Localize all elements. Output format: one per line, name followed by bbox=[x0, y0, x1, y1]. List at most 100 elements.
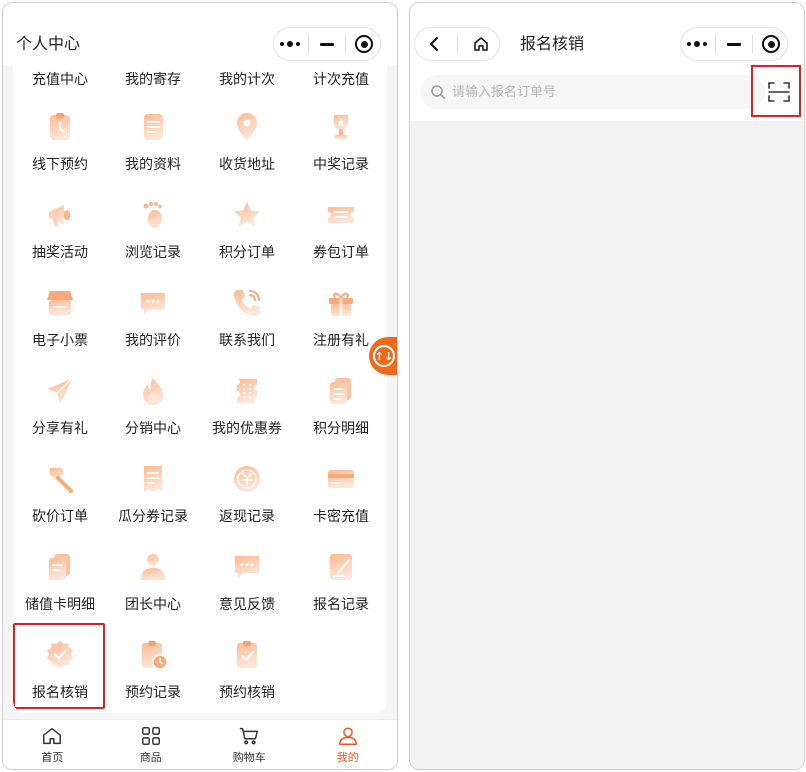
more-button[interactable] bbox=[683, 30, 711, 58]
trophy-icon bbox=[334, 115, 348, 139]
menu-item-label: 积分明细 bbox=[313, 421, 369, 437]
menu-item-label: 瓜分券记录 bbox=[118, 509, 188, 525]
star-icon bbox=[234, 202, 260, 227]
menu-item[interactable]: 意见反馈 bbox=[200, 551, 294, 639]
clipboard-check-icon bbox=[237, 641, 257, 668]
tab-home[interactable]: 首页 bbox=[3, 720, 102, 769]
home-icon bbox=[473, 37, 488, 51]
minimize-button[interactable] bbox=[720, 30, 748, 58]
back-home-capsule bbox=[414, 27, 500, 61]
capsule-divider bbox=[752, 35, 753, 53]
menu-item[interactable]: 中奖记录 bbox=[294, 111, 387, 199]
cards-icon bbox=[49, 554, 70, 580]
more-button[interactable] bbox=[276, 30, 304, 58]
navigation-bar: 报名核销 bbox=[410, 3, 804, 65]
search-icon bbox=[431, 85, 446, 100]
tab-label: 商品 bbox=[139, 750, 162, 764]
menu-item-label: 积分订单 bbox=[219, 245, 275, 261]
close-button[interactable] bbox=[350, 30, 378, 58]
menu-item[interactable]: 返现记录 bbox=[200, 463, 294, 551]
menu-item-label: 分销中心 bbox=[125, 421, 181, 437]
location-pin-icon bbox=[237, 113, 257, 141]
card-icon bbox=[328, 470, 354, 488]
more-dots-icon bbox=[280, 41, 300, 47]
chevron-left-icon bbox=[429, 37, 438, 51]
menu-item[interactable]: 电子小票 bbox=[13, 287, 107, 375]
menu-item[interactable]: 卡密充值 bbox=[294, 463, 387, 551]
tab-label: 我的 bbox=[336, 750, 359, 764]
tab-bar: 首页 商品 购物车 我的 bbox=[3, 719, 397, 769]
menu-item-label: 团长中心 bbox=[125, 597, 181, 613]
menu-item[interactable]: 抽奖活动 bbox=[13, 199, 107, 287]
page-title: 报名核销 bbox=[520, 34, 585, 53]
menu-item[interactable]: 团长中心 bbox=[106, 551, 200, 639]
capsule-divider bbox=[456, 35, 458, 53]
menu-item[interactable]: 积分订单 bbox=[200, 199, 294, 287]
menu-item-top[interactable]: 我的寄存 bbox=[106, 69, 200, 89]
tab-products[interactable]: 商品 bbox=[102, 720, 201, 769]
capsule-divider bbox=[345, 35, 346, 53]
minus-icon bbox=[320, 42, 334, 46]
page-title: 个人中心 bbox=[16, 34, 81, 53]
close-button[interactable] bbox=[757, 30, 785, 58]
menu-item[interactable]: 瓜分券记录 bbox=[106, 463, 200, 551]
menu-item-label: 砍价订单 bbox=[32, 509, 88, 525]
menu-item[interactable]: 联系我们 bbox=[200, 287, 294, 375]
menu-item-label: 预约核销 bbox=[219, 685, 275, 701]
menu-item[interactable]: 预约核销 bbox=[200, 639, 294, 713]
menu-item-label: 报名记录 bbox=[313, 597, 369, 613]
highlight-scan-button bbox=[751, 65, 801, 117]
user-icon bbox=[338, 726, 357, 745]
phone-icon bbox=[234, 290, 260, 316]
feedback-icon bbox=[235, 556, 259, 578]
back-button[interactable] bbox=[420, 30, 448, 58]
minus-icon bbox=[727, 42, 741, 46]
menu-item-label: 电子小票 bbox=[32, 333, 88, 349]
menu-item[interactable]: 分享有礼 bbox=[13, 375, 107, 463]
order-number-input[interactable] bbox=[452, 84, 732, 100]
more-dots-icon bbox=[687, 41, 707, 47]
menu-item[interactable]: 收货地址 bbox=[200, 111, 294, 199]
menu-item-top[interactable]: 计次充值 bbox=[294, 69, 387, 89]
home-button[interactable] bbox=[467, 30, 495, 58]
menu-item[interactable]: 砍价订单 bbox=[13, 463, 107, 551]
menu-item[interactable]: 预约记录 bbox=[106, 639, 200, 713]
tab-mine[interactable]: 我的 bbox=[299, 720, 398, 769]
menu-item[interactable]: 线下预约 bbox=[13, 111, 107, 199]
menu-item-label: 返现记录 bbox=[219, 509, 275, 525]
tab-label: 首页 bbox=[41, 750, 64, 764]
menu-item-label: 储值卡明细 bbox=[25, 597, 95, 613]
menu-item[interactable]: 我的优惠券 bbox=[200, 375, 294, 463]
tab-label: 购物车 bbox=[232, 750, 266, 764]
menu-item-top[interactable]: 充值中心 bbox=[13, 69, 107, 89]
menu-grid-card: 充值中心 我的寄存 我的计次 计次充值 线下预约 我的资料 收货地址 中奖记录抽奖活动 浏览记… bbox=[13, 65, 387, 713]
menu-item-top[interactable]: 我的计次 bbox=[200, 69, 294, 89]
mini-program-capsule bbox=[273, 27, 381, 61]
navigation-bar: 个人中心 bbox=[3, 3, 397, 65]
coin-icon bbox=[234, 466, 260, 492]
personal-center-screen: 个人中心 充值中心 我的寄存 我的计次 计次充值 线下预约 我的资料 收货地址 中奖记录抽奖… bbox=[2, 2, 398, 770]
clipboard-time-icon bbox=[142, 641, 168, 670]
menu-item-label: 联系我们 bbox=[219, 333, 275, 349]
menu-item[interactable]: 报名记录 bbox=[294, 551, 387, 639]
minimize-button[interactable] bbox=[313, 30, 341, 58]
capsule-divider bbox=[308, 35, 309, 53]
menu-item-label: 我的评价 bbox=[125, 333, 181, 349]
send-icon bbox=[47, 377, 74, 404]
menu-item[interactable]: 券包订单 bbox=[294, 199, 387, 287]
menu-item[interactable]: 浏览记录 bbox=[106, 199, 200, 287]
menu-item[interactable]: 我的资料 bbox=[106, 111, 200, 199]
capsule-divider bbox=[715, 35, 716, 53]
menu-item-label: 线下预约 bbox=[32, 157, 88, 173]
home-icon bbox=[43, 727, 62, 744]
menu-item-label: 预约记录 bbox=[125, 685, 181, 701]
menu-item-label: 分享有礼 bbox=[32, 421, 88, 437]
menu-item[interactable]: 积分明细 bbox=[294, 375, 387, 463]
target-icon bbox=[762, 35, 780, 53]
footprint-icon bbox=[143, 201, 162, 228]
edit-note-icon bbox=[330, 554, 352, 580]
tab-cart[interactable]: 购物车 bbox=[200, 720, 299, 769]
menu-item-label: 我的资料 bbox=[125, 157, 181, 173]
menu-item[interactable]: 分销中心 bbox=[106, 375, 200, 463]
menu-item[interactable]: 我的评价 bbox=[106, 287, 200, 375]
